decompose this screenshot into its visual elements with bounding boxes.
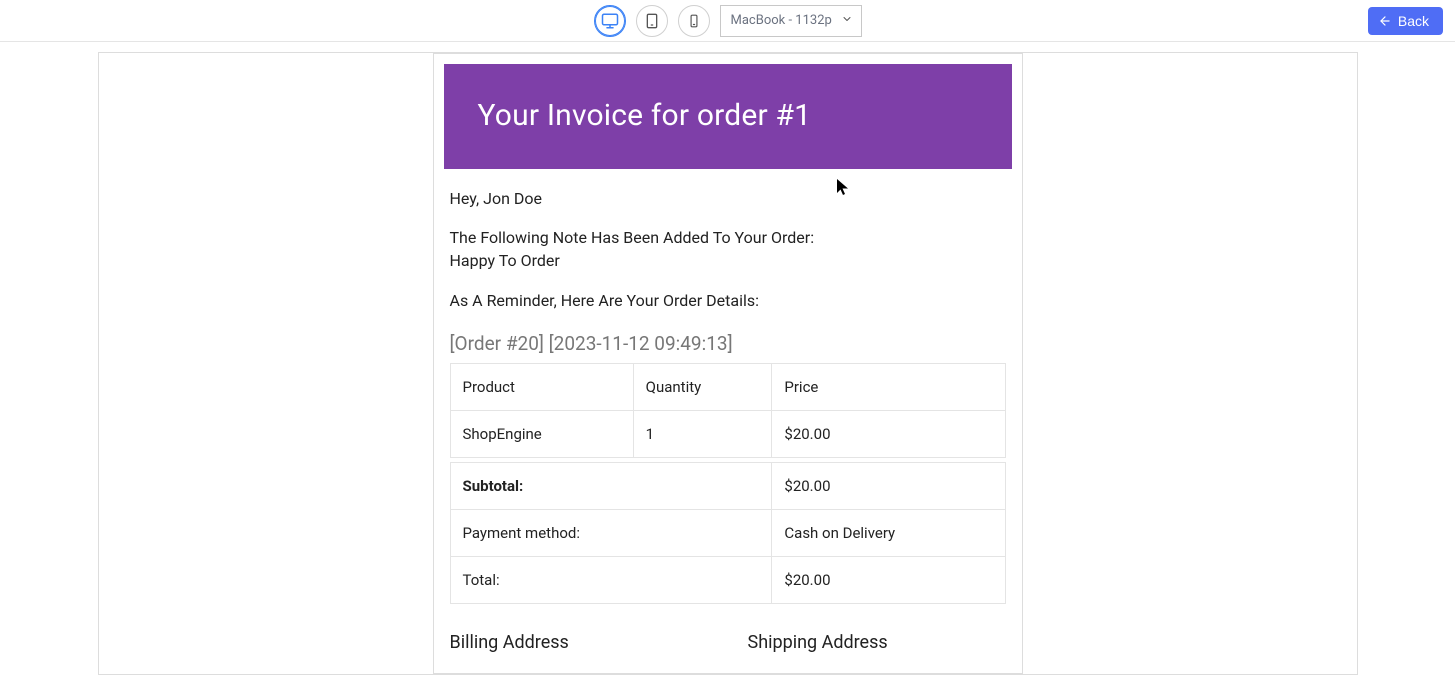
desktop-icon <box>601 12 619 30</box>
reminder-text: As A Reminder, Here Are Your Order Detai… <box>450 289 1006 312</box>
table-row: ShopEngine 1 $20.00 <box>450 410 1005 457</box>
toolbar: MacBook - 1132p Back <box>0 0 1455 42</box>
payment-label: Payment method: <box>450 509 772 556</box>
outer-frame: Your Invoice for order #1 Hey, Jon Doe T… <box>98 52 1358 675</box>
cell-price: $20.00 <box>772 410 1005 457</box>
device-switcher: MacBook - 1132p <box>594 5 862 37</box>
billing-address-col: Billing Address <box>450 632 708 663</box>
payment-value: Cash on Delivery <box>772 509 1005 556</box>
tablet-icon <box>644 13 660 29</box>
device-size-select[interactable]: MacBook - 1132p <box>720 5 862 37</box>
col-product: Product <box>450 363 633 410</box>
note-intro: The Following Note Has Been Added To You… <box>450 228 815 247</box>
col-price: Price <box>772 363 1005 410</box>
back-button[interactable]: Back <box>1368 7 1443 35</box>
order-meta: [Order #20] [2023-11-12 09:49:13] <box>450 332 1006 355</box>
order-items-table: Product Quantity Price ShopEngine 1 $20.… <box>450 363 1006 458</box>
device-tablet-button[interactable] <box>636 5 668 37</box>
shipping-address-title: Shipping Address <box>748 632 1006 653</box>
summary-row-total: Total: $20.00 <box>450 556 1005 603</box>
chevron-down-icon <box>841 13 853 29</box>
invoice-title: Your Invoice for order #1 <box>478 98 982 133</box>
table-header-row: Product Quantity Price <box>450 363 1005 410</box>
summary-row-payment: Payment method: Cash on Delivery <box>450 509 1005 556</box>
col-quantity: Quantity <box>633 363 772 410</box>
summary-row-subtotal: Subtotal: $20.00 <box>450 462 1005 509</box>
inner-frame: Your Invoice for order #1 Hey, Jon Doe T… <box>433 53 1023 674</box>
invoice-header: Your Invoice for order #1 <box>444 64 1012 169</box>
invoice-body: Hey, Jon Doe The Following Note Has Been… <box>434 169 1022 673</box>
shipping-address-col: Shipping Address <box>748 632 1006 663</box>
device-size-value: MacBook - 1132p <box>731 13 832 28</box>
total-label: Total: <box>450 556 772 603</box>
addresses: Billing Address Shipping Address <box>450 632 1006 663</box>
subtotal-label: Subtotal: <box>450 462 772 509</box>
total-value: $20.00 <box>772 556 1005 603</box>
note-block: The Following Note Has Been Added To You… <box>450 226 1006 272</box>
greeting: Hey, Jon Doe <box>450 187 1006 210</box>
subtotal-value: $20.00 <box>772 462 1005 509</box>
billing-address-title: Billing Address <box>450 632 708 653</box>
note-body: Happy To Order <box>450 251 560 270</box>
device-desktop-button[interactable] <box>594 5 626 37</box>
cell-quantity: 1 <box>633 410 772 457</box>
mobile-icon <box>687 13 701 29</box>
device-mobile-button[interactable] <box>678 5 710 37</box>
order-summary-table: Subtotal: $20.00 Payment method: Cash on… <box>450 462 1006 604</box>
back-button-label: Back <box>1398 13 1429 29</box>
cell-product: ShopEngine <box>450 410 633 457</box>
preview-canvas: Your Invoice for order #1 Hey, Jon Doe T… <box>0 42 1455 675</box>
arrow-left-icon <box>1378 14 1392 28</box>
